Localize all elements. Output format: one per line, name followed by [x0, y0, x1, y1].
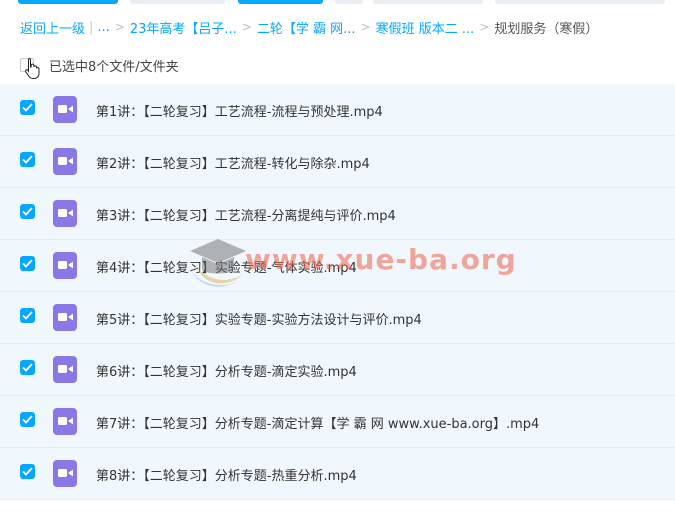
chevron-right-icon: > — [479, 20, 490, 34]
file-name[interactable]: 第2讲：【二轮复习】工艺流程-转化与除杂.mp4 — [96, 153, 370, 172]
chevron-right-icon: > — [114, 20, 125, 34]
checkbox-checked-icon[interactable] — [20, 360, 35, 375]
video-file-icon — [53, 200, 77, 227]
top-button-strip — [0, 0, 675, 4]
breadcrumb-ellipsis[interactable]: ... — [97, 20, 109, 35]
toolbar-button-edge[interactable] — [238, 0, 323, 4]
video-file-icon — [53, 408, 77, 435]
breadcrumb-item-3[interactable]: 寒假班 版本二 ... — [376, 18, 475, 37]
file-list: 第1讲：【二轮复习】工艺流程-流程与预处理.mp4 第2讲：【二轮复习】工艺流程-… — [0, 84, 675, 500]
file-row[interactable]: 第7讲：【二轮复习】分析专题-滴定计算【学 霸 网 www.xue-ba.org… — [0, 396, 675, 448]
file-name[interactable]: 第5讲：【二轮复习】实验专题-实验方法设计与评价.mp4 — [96, 309, 422, 328]
selection-count-label: 已选中8个文件/文件夹 — [49, 59, 179, 75]
file-row[interactable]: 第5讲：【二轮复习】实验专题-实验方法设计与评价.mp4 — [0, 292, 675, 344]
video-file-icon — [53, 148, 77, 175]
file-row[interactable]: 第8讲：【二轮复习】分析专题-热重分析.mp4 — [0, 448, 675, 500]
video-file-icon — [53, 304, 77, 331]
hand-pointer-icon — [25, 58, 40, 79]
file-row[interactable]: 第1讲：【二轮复习】工艺流程-流程与预处理.mp4 — [0, 84, 675, 136]
file-row[interactable]: 第6讲：【二轮复习】分析专题-滴定实验.mp4 — [0, 344, 675, 396]
toolbar-button-edge[interactable] — [495, 0, 665, 4]
video-file-icon — [53, 460, 77, 487]
video-file-icon — [53, 252, 77, 279]
file-row[interactable]: 第4讲：【二轮复习】实验专题-气体实验.mp4 — [0, 240, 675, 292]
toolbar-button-edge[interactable] — [130, 0, 225, 4]
breadcrumb-item-2[interactable]: 二轮【学 霸 网... — [257, 18, 356, 37]
toolbar-button-edge[interactable] — [335, 0, 363, 4]
chevron-right-icon: > — [241, 20, 252, 34]
file-name[interactable]: 第7讲：【二轮复习】分析专题-滴定计算【学 霸 网 www.xue-ba.org… — [96, 413, 539, 432]
video-file-icon — [53, 96, 77, 123]
breadcrumb-current: 规划服务（寒假） — [494, 21, 599, 37]
file-name[interactable]: 第4讲：【二轮复习】实验专题-气体实验.mp4 — [96, 257, 357, 276]
breadcrumb-divider: | — [89, 19, 94, 35]
checkbox-checked-icon[interactable] — [20, 308, 35, 323]
select-all-checkbox[interactable] — [20, 58, 40, 79]
video-file-icon — [53, 356, 77, 383]
checkbox-checked-icon[interactable] — [20, 412, 35, 427]
file-name[interactable]: 第1讲：【二轮复习】工艺流程-流程与预处理.mp4 — [96, 101, 383, 120]
file-row[interactable]: 第3讲：【二轮复习】工艺流程-分离提纯与评价.mp4 — [0, 188, 675, 240]
breadcrumb: 返回上一级 | ... > 23年高考【吕子... > 二轮【学 霸 网... … — [20, 17, 598, 37]
selection-bar: 已选中8个文件/文件夹 — [20, 55, 179, 79]
checkbox-checked-icon[interactable] — [20, 204, 35, 219]
checkbox-checked-icon[interactable] — [20, 152, 35, 167]
checkbox-checked-icon[interactable] — [20, 256, 35, 271]
file-row[interactable]: 第2讲：【二轮复习】工艺流程-转化与除杂.mp4 — [0, 136, 675, 188]
breadcrumb-item-1[interactable]: 23年高考【吕子... — [130, 18, 237, 37]
back-link[interactable]: 返回上一级 — [20, 18, 85, 37]
file-name[interactable]: 第8讲：【二轮复习】分析专题-热重分析.mp4 — [96, 465, 357, 484]
file-name[interactable]: 第3讲：【二轮复习】工艺流程-分离提纯与评价.mp4 — [96, 205, 396, 224]
chevron-right-icon: > — [360, 20, 371, 34]
file-name[interactable]: 第6讲：【二轮复习】分析专题-滴定实验.mp4 — [96, 361, 357, 380]
toolbar-button-edge[interactable] — [18, 0, 118, 4]
toolbar-button-edge[interactable] — [373, 0, 483, 4]
checkbox-checked-icon[interactable] — [20, 100, 35, 115]
checkbox-checked-icon[interactable] — [20, 464, 35, 479]
